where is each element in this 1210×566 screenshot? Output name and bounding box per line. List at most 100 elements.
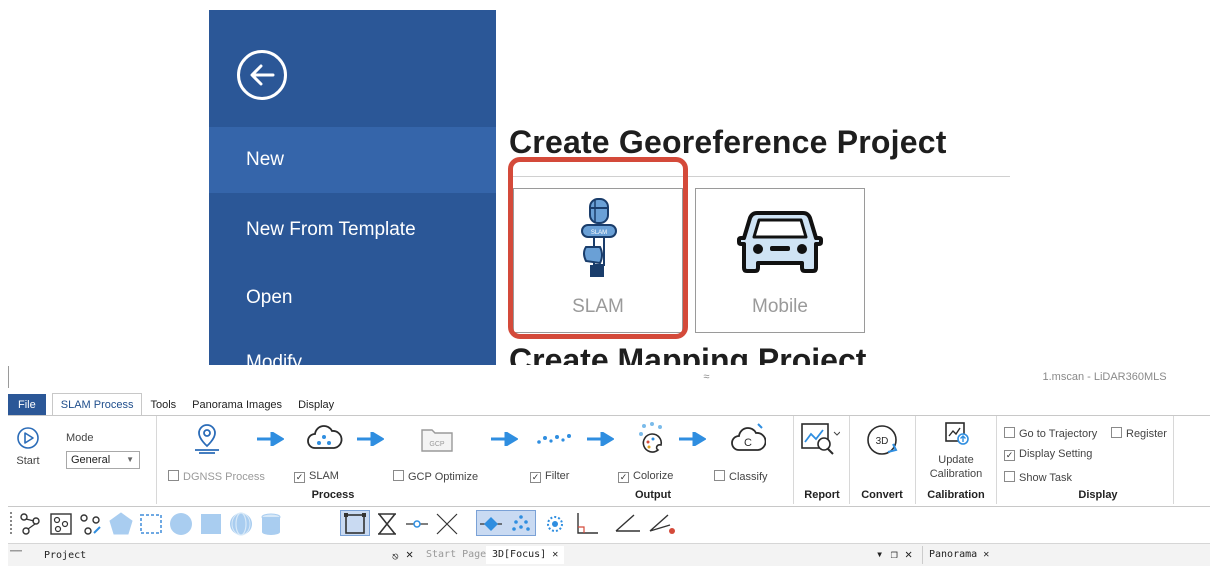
tab-display[interactable]: Display (290, 394, 342, 416)
arrow-right-icon (586, 430, 615, 451)
gear-points-icon[interactable] (542, 511, 568, 537)
app-file-icon: ≈ (703, 371, 713, 383)
dgnss-process-button[interactable] (190, 422, 224, 461)
play-icon (17, 427, 39, 449)
dotted-diamond-icon[interactable] (508, 511, 534, 537)
group-label-convert: Convert (861, 489, 903, 501)
slam-button[interactable] (305, 422, 343, 461)
classify-option[interactable]: Classify (714, 470, 768, 483)
tab-tools[interactable]: Tools (142, 394, 184, 416)
profile-line-icon[interactable] (614, 511, 644, 537)
checkbox-checked[interactable]: ✓ (1004, 450, 1015, 461)
tab-3d-focus[interactable]: 3D[Focus] ✕ (486, 546, 565, 564)
rectangle-select-icon[interactable] (138, 511, 164, 537)
show-task-option[interactable]: Show Task (1004, 471, 1072, 484)
sidebar-item-label: Modify (246, 352, 302, 365)
close-icon[interactable]: ✕ (552, 549, 558, 560)
tab-panorama[interactable]: Panorama ✕ (922, 546, 995, 564)
circle-icon[interactable] (168, 511, 194, 537)
palette-icon (639, 422, 663, 453)
tab-slam-process[interactable]: SLAM Process (51, 393, 143, 416)
convert-3d-icon: 3D (867, 425, 898, 455)
slam-option[interactable]: ✓ SLAM (294, 470, 339, 483)
ribbon: Start Mode General ▼ GCP DGNSS Process ✓… (8, 415, 1210, 507)
sidebar-item-new[interactable]: New (209, 127, 496, 193)
gcp-folder-icon: GCP (421, 429, 453, 452)
trajectory-nodes-icon[interactable] (18, 511, 44, 537)
dgnss-process-option[interactable]: DGNSS Process (168, 470, 265, 483)
toolbar-grip (10, 512, 15, 534)
section-heading-mapping: Create Mapping Project (509, 342, 867, 365)
mode-label: Mode (66, 432, 94, 444)
polygon-icon[interactable] (108, 511, 134, 537)
tab-panorama-images[interactable]: Panorama Images (184, 394, 290, 416)
line-point-icon[interactable] (404, 511, 430, 537)
window-title-text: 1.mscan - LiDAR360MLS (1042, 371, 1167, 383)
clip-box-icon[interactable] (342, 511, 368, 537)
tab-start-page[interactable]: Start Page (420, 546, 492, 564)
go-to-trajectory-option[interactable]: Go to Trajectory (1004, 427, 1097, 440)
checkbox[interactable] (1004, 427, 1015, 438)
checkbox[interactable] (393, 470, 404, 481)
update-label: Update (938, 454, 974, 466)
float-window-icon[interactable]: ❐ (890, 547, 897, 561)
tab-label: Panorama (929, 549, 978, 560)
close-icon[interactable]: ✕ (983, 549, 989, 560)
mode-select[interactable]: General ▼ (66, 451, 140, 469)
group-label-output: Output (634, 489, 672, 501)
option-label: Register (1126, 428, 1167, 440)
tab-file[interactable]: File (8, 394, 46, 416)
report-button[interactable] (800, 422, 841, 463)
option-label: Show Task (1019, 472, 1072, 484)
cloud-network-icon (307, 425, 343, 449)
checkbox[interactable] (168, 470, 179, 481)
start-button[interactable]: Start (13, 426, 43, 467)
checkbox[interactable] (714, 470, 725, 481)
sidebar-item-open[interactable]: Open (209, 265, 496, 331)
dropdown-icon[interactable]: ▾ (876, 547, 883, 561)
display-setting-option[interactable]: ✓ Display Setting (1004, 448, 1092, 461)
tab-label: Start Page (426, 549, 487, 560)
filter-button[interactable] (536, 428, 572, 455)
cross-section-icon[interactable] (434, 511, 460, 537)
convert-button[interactable]: 3D (864, 422, 900, 463)
sphere-icon[interactable] (228, 511, 254, 537)
diamond-node-icon[interactable] (478, 511, 504, 537)
close-icon[interactable]: ✕ (406, 547, 413, 561)
classify-cloud-icon: C (731, 423, 767, 451)
pane-controls[interactable]: ▾ ❐ ✕ (876, 547, 912, 561)
cylinder-icon[interactable] (258, 511, 284, 537)
checkbox-checked[interactable]: ✓ (618, 472, 629, 483)
back-button[interactable] (237, 50, 287, 100)
sidebar-item-modify[interactable]: Modify (209, 330, 496, 365)
calibration-label: Calibration (929, 468, 983, 480)
square-icon[interactable] (198, 511, 224, 537)
checkbox[interactable] (1111, 427, 1122, 438)
pin-icon[interactable]: ⎋ (392, 550, 399, 563)
group-label-display: Display (1078, 489, 1118, 501)
checkbox-checked[interactable]: ✓ (294, 472, 305, 483)
gcp-optimize-option[interactable]: GCP Optimize (393, 470, 478, 483)
trajectory-box-icon[interactable] (48, 511, 74, 537)
calibration-upload-icon (945, 422, 969, 445)
hourglass-section-icon[interactable] (374, 511, 400, 537)
sidebar-item-label: New (246, 149, 285, 170)
checkbox-checked[interactable]: ✓ (530, 472, 541, 483)
sidebar-item-new-from-template[interactable]: New From Template (209, 197, 496, 263)
mobile-project-card[interactable]: Mobile (695, 188, 865, 333)
gcp-optimize-button[interactable]: GCP (420, 424, 454, 459)
profile-delete-icon[interactable] (648, 511, 678, 537)
update-calibration-button[interactable] (944, 420, 970, 451)
colorize-option[interactable]: ✓ Colorize (618, 470, 673, 483)
classify-button[interactable]: C (730, 422, 767, 461)
close-icon[interactable]: ✕ (905, 547, 912, 561)
colorize-button[interactable] (634, 420, 670, 459)
trajectory-edit-icon[interactable] (78, 511, 104, 537)
project-pane-title: Project (44, 550, 87, 561)
ribbon-separator (915, 416, 916, 504)
angle-measure-icon[interactable] (574, 511, 600, 537)
scatter-dots-icon (537, 434, 571, 444)
register-option[interactable]: Register (1111, 427, 1167, 440)
filter-option[interactable]: ✓ Filter (530, 470, 569, 483)
checkbox[interactable] (1004, 471, 1015, 482)
